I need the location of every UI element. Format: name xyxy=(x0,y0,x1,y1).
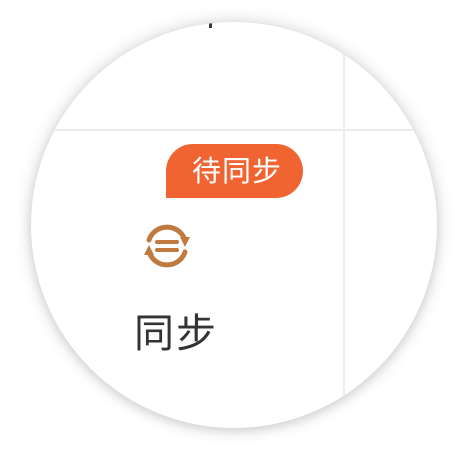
clipped-glyph-fragment xyxy=(209,22,212,28)
grid-divider-horizontal xyxy=(31,129,437,131)
pending-sync-badge: 待同步 xyxy=(166,144,304,198)
grid-divider-vertical xyxy=(343,22,345,428)
sync-label: 同步 xyxy=(134,311,218,357)
screen: 待同步 同步 xyxy=(0,0,470,470)
sync-icon xyxy=(144,224,190,268)
magnifier-view: 待同步 同步 xyxy=(31,22,437,428)
